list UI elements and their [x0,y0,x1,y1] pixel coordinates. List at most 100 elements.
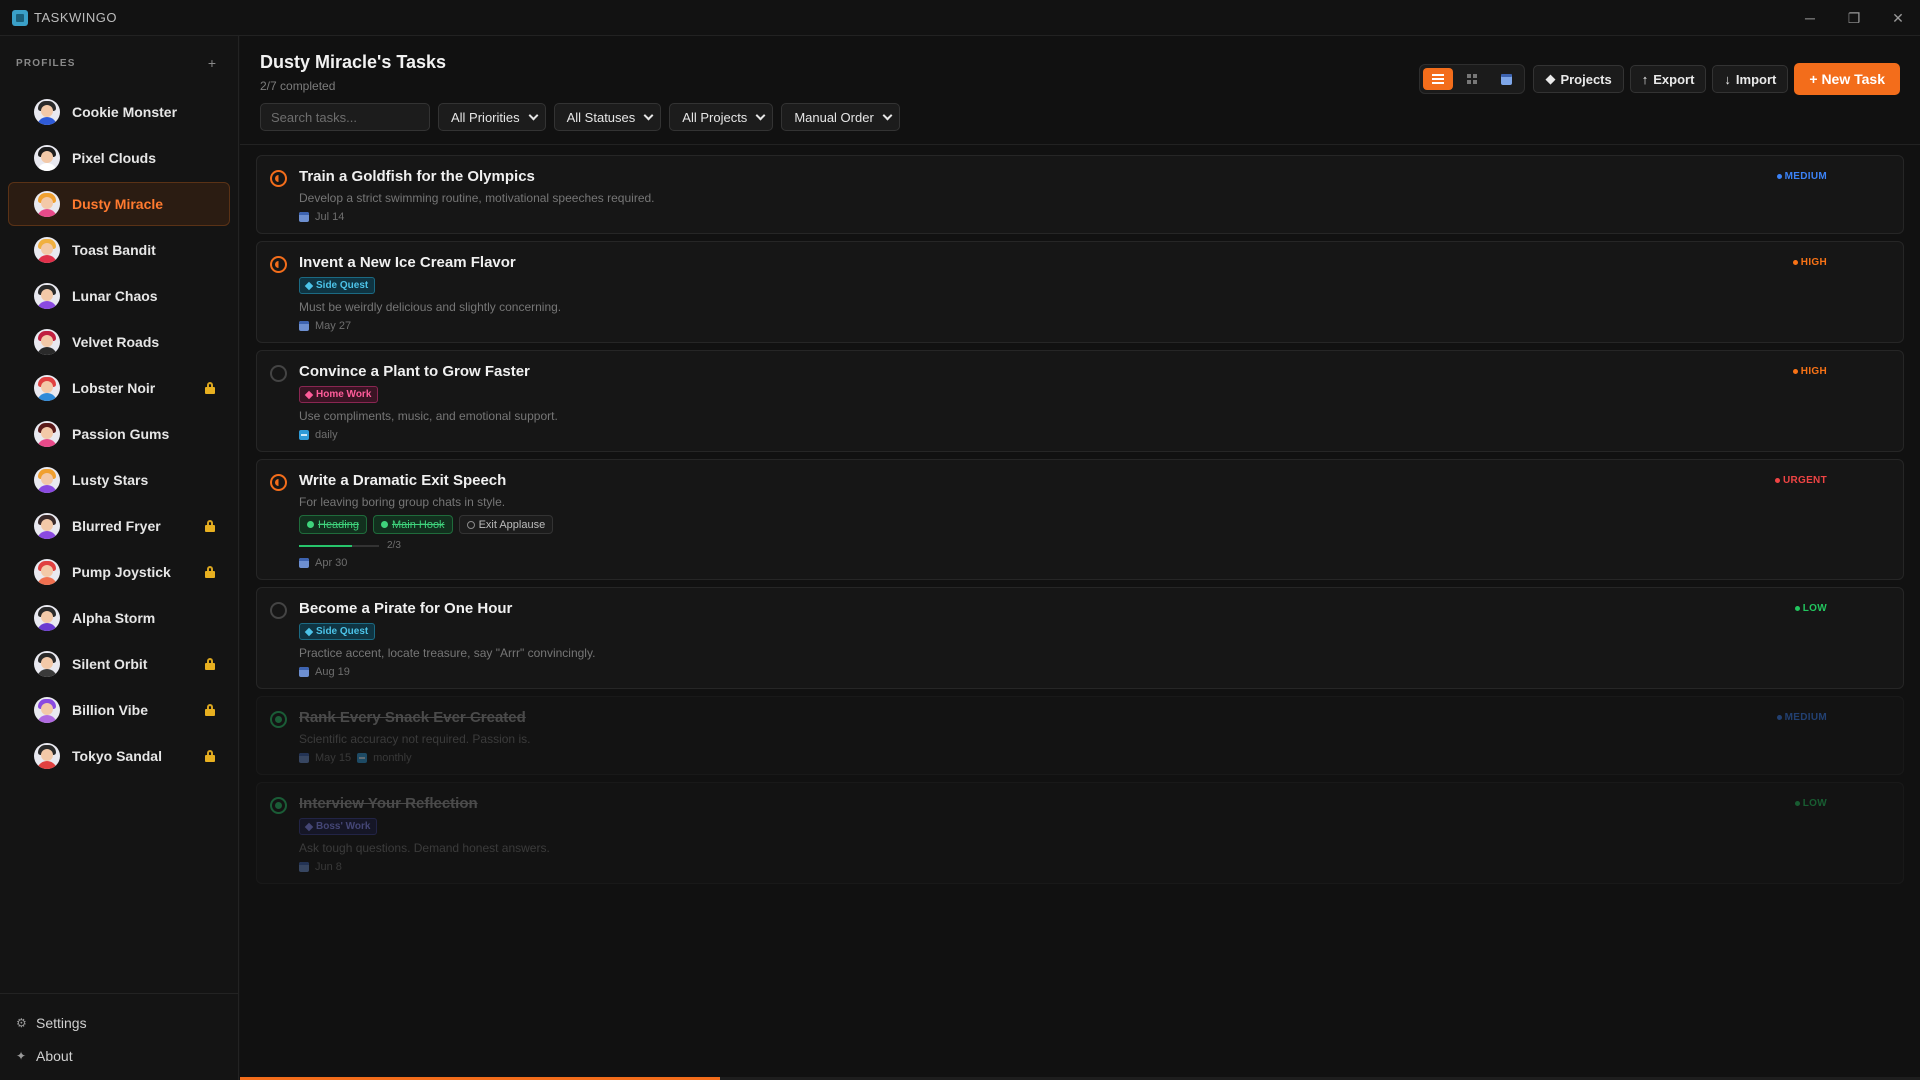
task-status-toggle-icon[interactable] [270,474,287,491]
task-card[interactable]: Interview Your Reflection Boss' Work Ask t… [256,782,1904,884]
task-card[interactable]: Convince a Plant to Grow Faster Home Work… [256,350,1904,452]
export-label: Export [1653,71,1695,87]
task-status-toggle-icon[interactable] [270,602,287,619]
priority-badge: LOW [1794,798,1827,809]
calendar-icon [299,321,309,331]
sort-order-select[interactable]: Manual Order [781,103,900,131]
about-link[interactable]: ✦ About [16,1039,238,1072]
task-meta: Apr 30 [299,557,1887,569]
subtask-label: Heading [318,518,359,531]
task-card[interactable]: Rank Every Snack Ever Created Scientific … [256,696,1904,775]
priority-label: HIGH [1800,257,1827,268]
task-meta: May 15 monthly [299,752,1887,764]
task-card[interactable]: Train a Goldfish for the Olympics Develop… [256,155,1904,234]
profile-name: Alpha Storm [72,610,156,626]
task-card[interactable]: Invent a New Ice Cream Flavor Side Quest M… [256,241,1904,343]
subtask-chip[interactable]: Exit Applause [458,515,554,534]
lock-icon [205,658,215,670]
task-card[interactable]: Become a Pirate for One Hour Side Quest Pr… [256,587,1904,689]
profile-item[interactable]: Cookie Monster [8,90,230,134]
grid-view-button[interactable] [1457,68,1487,90]
calendar-icon [299,667,309,677]
projects-button[interactable]: ◆ Projects [1533,65,1624,93]
chevron-down-icon [755,110,766,120]
priority-filter[interactable]: All Priorities [438,103,546,131]
export-button[interactable]: ↑ Export [1629,65,1707,93]
profile-item[interactable]: Lobster Noir [8,366,230,410]
subtask-chip[interactable]: Heading [299,515,367,534]
priority-dot-icon [1776,174,1782,179]
avatar-face [41,243,53,255]
project-tag[interactable]: Side Quest [299,623,376,640]
priority-label: MEDIUM [1784,171,1827,182]
priority-badge: HIGH [1792,257,1827,268]
page-header: Dusty Miracle's Tasks 2/7 completed All … [240,36,1920,145]
task-card[interactable]: Write a Dramatic Exit Speech For leaving … [256,459,1904,580]
task-status-toggle-icon[interactable] [270,256,287,273]
diamond-icon: ◆ [1545,71,1556,86]
task-title: Write a Dramatic Exit Speech [299,472,507,489]
avatar-face [41,473,53,485]
avatar [34,375,60,401]
add-profile-button[interactable]: + [208,55,216,71]
project-filter[interactable]: All Projects [669,103,774,131]
close-button[interactable]: ✕ [1876,0,1920,36]
minimize-button[interactable]: ─ [1788,0,1832,36]
profiles-header: PROFILES + [0,36,238,90]
profile-item[interactable]: Billion Vibe [8,688,230,732]
avatar-face [41,611,53,623]
search-input[interactable] [260,103,430,131]
avatar [34,697,60,723]
profile-item[interactable]: Tokyo Sandal [8,734,230,778]
priority-filter-label: All Priorities [451,109,520,125]
profile-item[interactable]: Dusty Miracle [8,182,230,226]
task-description: Ask tough questions. Demand honest answe… [299,841,550,855]
profile-item[interactable]: Blurred Fryer [8,504,230,548]
import-button[interactable]: ↓ Import [1712,65,1789,93]
sparkle-icon: ✦ [16,1048,27,1063]
task-list: Train a Goldfish for the Olympics Develop… [240,145,1920,884]
sidebar: PROFILES + Cookie Monster Pixel Clouds Dus… [0,36,239,1080]
profile-item[interactable]: Lunar Chaos [8,274,230,318]
task-status-toggle-icon[interactable] [270,170,287,187]
task-status-toggle-icon[interactable] [270,365,287,382]
profile-item[interactable]: Pixel Clouds [8,136,230,180]
task-status-toggle-icon[interactable] [270,797,287,814]
project-tag[interactable]: Home Work [299,386,379,403]
status-filter[interactable]: All Statuses [553,103,662,131]
chevron-down-icon [882,110,893,120]
priority-dot-icon [1792,369,1798,374]
priority-dot-icon [1774,478,1780,483]
gear-icon: ⚙ [16,1015,27,1030]
profile-item[interactable]: Passion Gums [8,412,230,456]
profile-item[interactable]: Silent Orbit [8,642,230,686]
profile-item[interactable]: Lusty Stars [8,458,230,502]
settings-link[interactable]: ⚙ Settings [16,1006,238,1039]
subtask-chip[interactable]: Main Hook [372,515,453,534]
subtask-label: Exit Applause [478,518,546,531]
profile-item[interactable]: Velvet Roads [8,320,230,364]
priority-dot-icon [1794,801,1800,806]
task-meta: May 27 [299,320,1887,332]
lock-icon [205,566,215,578]
diamond-icon [304,822,314,831]
diamond-icon [304,627,314,636]
profile-item[interactable]: Toast Bandit [8,228,230,272]
profile-item[interactable]: Alpha Storm [8,596,230,640]
list-view-button[interactable] [1423,68,1454,90]
app-name: TASKWINGO [34,10,117,25]
priority-dot-icon [1776,715,1782,720]
profile-name: Pixel Clouds [72,150,157,166]
calendar-view-button[interactable] [1491,68,1521,90]
project-tag[interactable]: Boss' Work [299,818,378,835]
task-status-toggle-icon[interactable] [270,711,287,728]
maximize-button[interactable]: ❐ [1832,0,1876,36]
profile-item[interactable]: Pump Joystick [8,550,230,594]
new-task-button[interactable]: + New Task [1794,63,1900,95]
project-tag[interactable]: Side Quest [299,277,376,294]
priority-label: HIGH [1800,366,1827,377]
avatar-face [41,197,53,209]
priority-label: URGENT [1782,475,1827,486]
avatar [34,743,60,769]
subtask-progress-fill [299,544,353,547]
